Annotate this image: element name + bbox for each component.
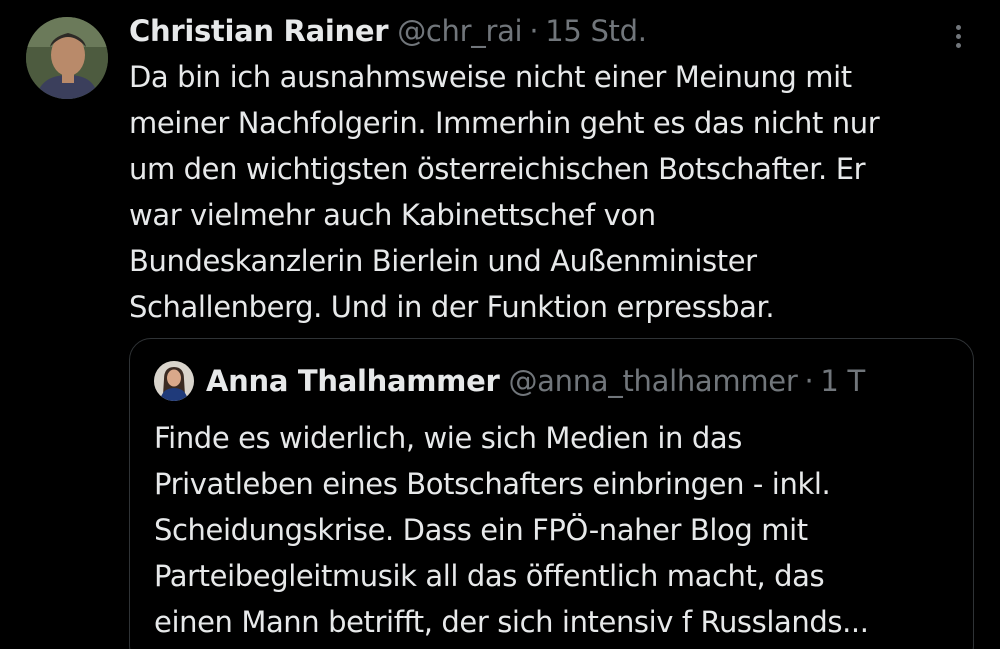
avatar-portrait-icon	[154, 361, 194, 401]
more-dot	[955, 42, 961, 48]
quoted-author-name[interactable]: Anna Thalhammer	[206, 359, 500, 403]
author-avatar[interactable]	[26, 17, 108, 99]
quoted-tweet[interactable]: Anna Thalhammer @anna_thalhammer · 1 T F…	[129, 338, 974, 649]
avatar-portrait-icon	[26, 17, 108, 99]
author-handle[interactable]: @chr_rai	[397, 8, 522, 54]
tweet-header: Christian Rainer @chr_rai · 15 Std.	[129, 8, 989, 54]
tweet-text: Da bin ich ausnahmsweise nicht einer Mei…	[129, 60, 880, 324]
quoted-author-handle[interactable]: @anna_thalhammer	[508, 359, 797, 403]
quoted-tweet-timestamp[interactable]: 1 T	[820, 359, 865, 403]
more-vertical-icon	[955, 24, 961, 30]
more-options-button[interactable]	[940, 18, 976, 54]
quoted-tweet-text: Finde es widerlich, wie sich Medien in d…	[154, 421, 869, 639]
quoted-header-separator: ·	[804, 364, 814, 398]
author-name[interactable]: Christian Rainer	[129, 8, 389, 54]
quoted-tweet-header: Anna Thalhammer @anna_thalhammer · 1 T	[154, 359, 865, 403]
tweet-timestamp[interactable]: 15 Std.	[545, 8, 647, 54]
header-separator: ·	[529, 14, 539, 48]
tweet-content: Christian Rainer @chr_rai · 15 Std. Da b…	[129, 8, 989, 330]
quoted-author-avatar[interactable]	[154, 361, 194, 401]
more-dot	[955, 33, 961, 39]
tweet[interactable]: Christian Rainer @chr_rai · 15 Std. Da b…	[0, 0, 1000, 649]
